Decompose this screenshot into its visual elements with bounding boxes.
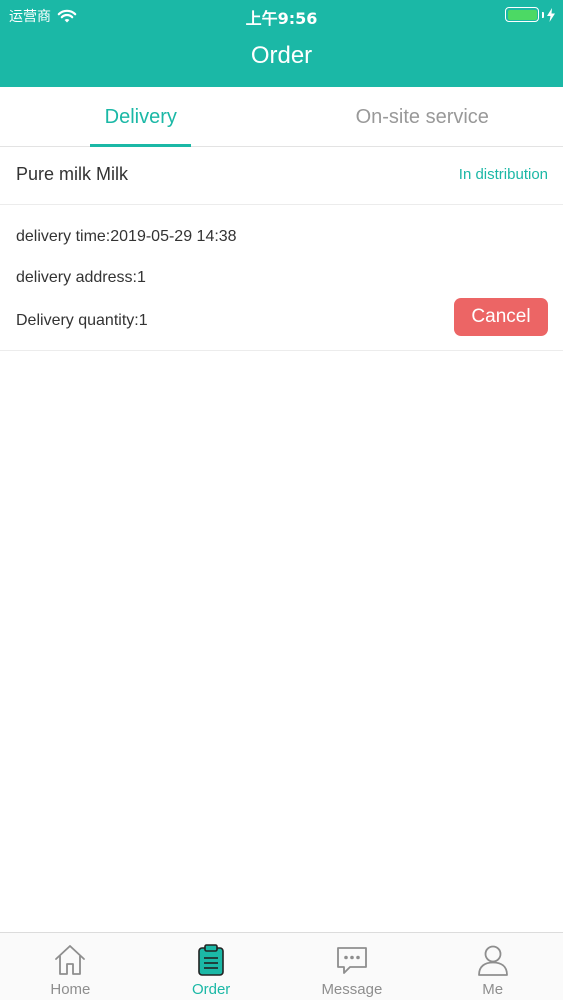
battery-level (507, 9, 537, 20)
tabbar-label-home: Home (50, 981, 91, 998)
order-clipboard-icon (198, 944, 224, 976)
battery-indicator (505, 7, 555, 22)
tab-delivery[interactable]: Delivery (0, 87, 282, 147)
home-icon (55, 945, 86, 975)
tabbar-item-home[interactable]: Home (0, 933, 141, 1000)
order-card-details: delivery time:2019-05-29 14:38 delivery … (0, 205, 563, 351)
tabbar-label-me: Me (482, 981, 504, 998)
cancel-button[interactable]: Cancel (454, 298, 548, 336)
battery-nub (542, 11, 544, 18)
message-icon (336, 947, 367, 974)
bottom-tab-bar: Home Order Message Me (0, 932, 563, 1000)
order-card-header: Pure milk Milk In distribution (0, 148, 563, 205)
tabbar-label-message: Message (321, 981, 383, 998)
tabbar-item-message[interactable]: Message (282, 933, 423, 1000)
delivery-address: delivery address:1 (16, 269, 146, 286)
status-badge: In distribution (458, 166, 548, 183)
tab-on-site-service[interactable]: On-site service (282, 87, 563, 146)
delivery-quantity: Delivery quantity:1 (16, 312, 148, 329)
tabbar-item-me[interactable]: Me (422, 933, 563, 1000)
battery-icon (505, 7, 539, 22)
page-title: Order (250, 42, 313, 69)
product-name: Pure milk Milk (16, 164, 129, 184)
tabbar-item-order[interactable]: Order (141, 933, 282, 1000)
app-header: 运营商 上午9:56 Order (0, 0, 563, 87)
status-time: 上午9:56 (245, 9, 318, 28)
charging-bolt-icon (547, 7, 555, 22)
delivery-time: delivery time:2019-05-29 14:38 (16, 228, 237, 245)
user-icon (477, 945, 508, 976)
tabbar-label-order: Order (191, 981, 231, 998)
order-type-tabs: Delivery On-site service (0, 87, 563, 147)
status-bar: 运营商 上午9:56 (0, 0, 563, 30)
